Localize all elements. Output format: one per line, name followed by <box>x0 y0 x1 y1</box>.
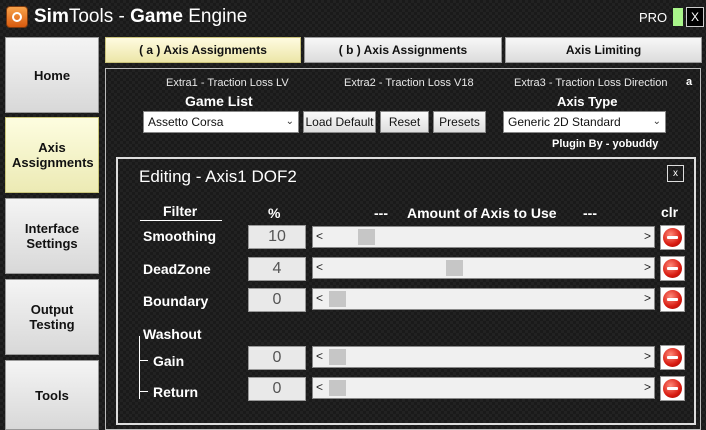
game-list-select[interactable]: Assetto Corsa ⌄ <box>143 111 299 133</box>
smoothing-slider-thumb[interactable] <box>358 229 376 245</box>
chevron-down-icon: ⌄ <box>285 116 294 127</box>
tab-label: ( b ) Axis Assignments <box>338 43 468 57</box>
scroll-right-icon[interactable]: > <box>644 260 651 274</box>
scroll-left-icon[interactable]: < <box>316 380 323 394</box>
boundary-label: Boundary <box>143 293 209 309</box>
tab-axis-limiting[interactable]: Axis Limiting <box>505 37 702 63</box>
axis-type-heading: Axis Type <box>557 94 618 109</box>
header-dashes-left: --- <box>374 205 388 221</box>
scroll-right-icon[interactable]: > <box>644 291 651 305</box>
close-window-button[interactable]: X <box>686 7 704 27</box>
app-title: SimTools - Game Engine <box>34 6 248 27</box>
load-default-button[interactable]: Load Default <box>303 111 376 133</box>
extra3-label: Extra3 - Traction Loss Direction <box>514 77 668 89</box>
deadzone-slider[interactable]: < > <box>312 257 655 279</box>
tab-axis-assignments-b[interactable]: ( b ) Axis Assignments <box>304 37 502 63</box>
scroll-right-icon[interactable]: > <box>644 349 651 363</box>
sidebar-item-interface-settings[interactable]: Interface Settings <box>5 198 99 274</box>
clear-icon <box>663 259 682 278</box>
pro-indicator <box>673 8 683 26</box>
washout-bracket-tick <box>139 360 148 361</box>
sidebar-item-label: Axis Assignments <box>12 140 94 170</box>
gain-slider[interactable]: < > <box>312 346 655 368</box>
close-editor-button[interactable]: x <box>667 165 684 182</box>
game-list-selected: Assetto Corsa <box>148 115 224 129</box>
tab-label: ( a ) Axis Assignments <box>139 43 267 57</box>
sidebar-item-label: Tools <box>35 387 69 403</box>
amount-header: Amount of Axis to Use <box>407 205 557 221</box>
percent-header: % <box>268 205 281 221</box>
return-label: Return <box>153 384 199 400</box>
scroll-right-icon[interactable]: > <box>644 229 651 243</box>
app-logo-icon <box>6 6 28 28</box>
sidebar-item-label: Output Testing <box>29 302 75 332</box>
deadzone-label: DeadZone <box>143 261 211 277</box>
sidebar-item-tools[interactable]: Tools <box>5 360 99 430</box>
smoothing-value[interactable]: 10 <box>248 225 306 249</box>
extra1-label: Extra1 - Traction Loss LV <box>166 77 289 89</box>
scroll-left-icon[interactable]: < <box>316 229 323 243</box>
reset-button[interactable]: Reset <box>380 111 429 133</box>
chevron-down-icon: ⌄ <box>652 116 661 127</box>
tab-label: Axis Limiting <box>565 43 642 57</box>
sidebar-item-home[interactable]: Home <box>5 37 99 113</box>
axis-type-selected: Generic 2D Standard <box>508 115 621 129</box>
plugin-by-label: Plugin By - yobuddy <box>552 138 659 150</box>
gain-label: Gain <box>153 353 185 369</box>
smoothing-clear-button[interactable] <box>660 225 685 250</box>
sidebar-item-label: Interface Settings <box>24 221 80 251</box>
gain-clear-button[interactable] <box>660 345 685 370</box>
filter-header: Filter <box>163 203 198 219</box>
deadzone-clear-button[interactable] <box>660 256 685 281</box>
washout-bracket-tick <box>139 391 148 392</box>
pro-label: PRO <box>639 10 668 25</box>
washout-bracket <box>139 336 140 399</box>
washout-label: Washout <box>143 326 202 342</box>
clear-icon <box>663 228 682 247</box>
scroll-right-icon[interactable]: > <box>644 380 651 394</box>
gain-slider-thumb[interactable] <box>329 349 346 365</box>
return-value[interactable]: 0 <box>248 377 306 401</box>
extra2-label: Extra2 - Traction Loss V18 <box>344 77 474 89</box>
gain-value[interactable]: 0 <box>248 346 306 370</box>
presets-button[interactable]: Presets <box>433 111 486 133</box>
return-clear-button[interactable] <box>660 376 685 401</box>
game-list-heading: Game List <box>185 93 253 109</box>
boundary-value[interactable]: 0 <box>248 288 306 312</box>
sidebar-item-axis-assignments[interactable]: Axis Assignments <box>5 117 99 193</box>
sidebar-item-output-testing[interactable]: Output Testing <box>5 279 99 355</box>
editing-title: Editing - Axis1 DOF2 <box>139 167 297 186</box>
sidebar-item-label: Home <box>33 67 71 83</box>
axis-type-select[interactable]: Generic 2D Standard ⌄ <box>503 111 666 133</box>
filter-underline <box>140 220 222 221</box>
smoothing-label: Smoothing <box>143 228 217 244</box>
clear-icon <box>663 379 682 398</box>
scroll-left-icon[interactable]: < <box>316 291 323 305</box>
clear-icon <box>663 290 682 309</box>
boundary-slider[interactable]: < > <box>312 288 655 310</box>
extras-marker: a <box>686 76 693 88</box>
boundary-slider-thumb[interactable] <box>329 291 346 307</box>
scroll-left-icon[interactable]: < <box>316 349 323 363</box>
return-slider-thumb[interactable] <box>329 380 346 396</box>
return-slider[interactable]: < > <box>312 377 655 399</box>
smoothing-slider[interactable]: < > <box>312 226 655 248</box>
clr-header: clr <box>661 204 679 220</box>
scroll-left-icon[interactable]: < <box>316 260 323 274</box>
clear-icon <box>663 348 682 367</box>
boundary-clear-button[interactable] <box>660 287 685 312</box>
tab-axis-assignments-a[interactable]: ( a ) Axis Assignments <box>105 37 301 63</box>
header-dashes-right: --- <box>583 205 597 221</box>
deadzone-value[interactable]: 4 <box>248 257 306 281</box>
deadzone-slider-thumb[interactable] <box>445 260 463 276</box>
